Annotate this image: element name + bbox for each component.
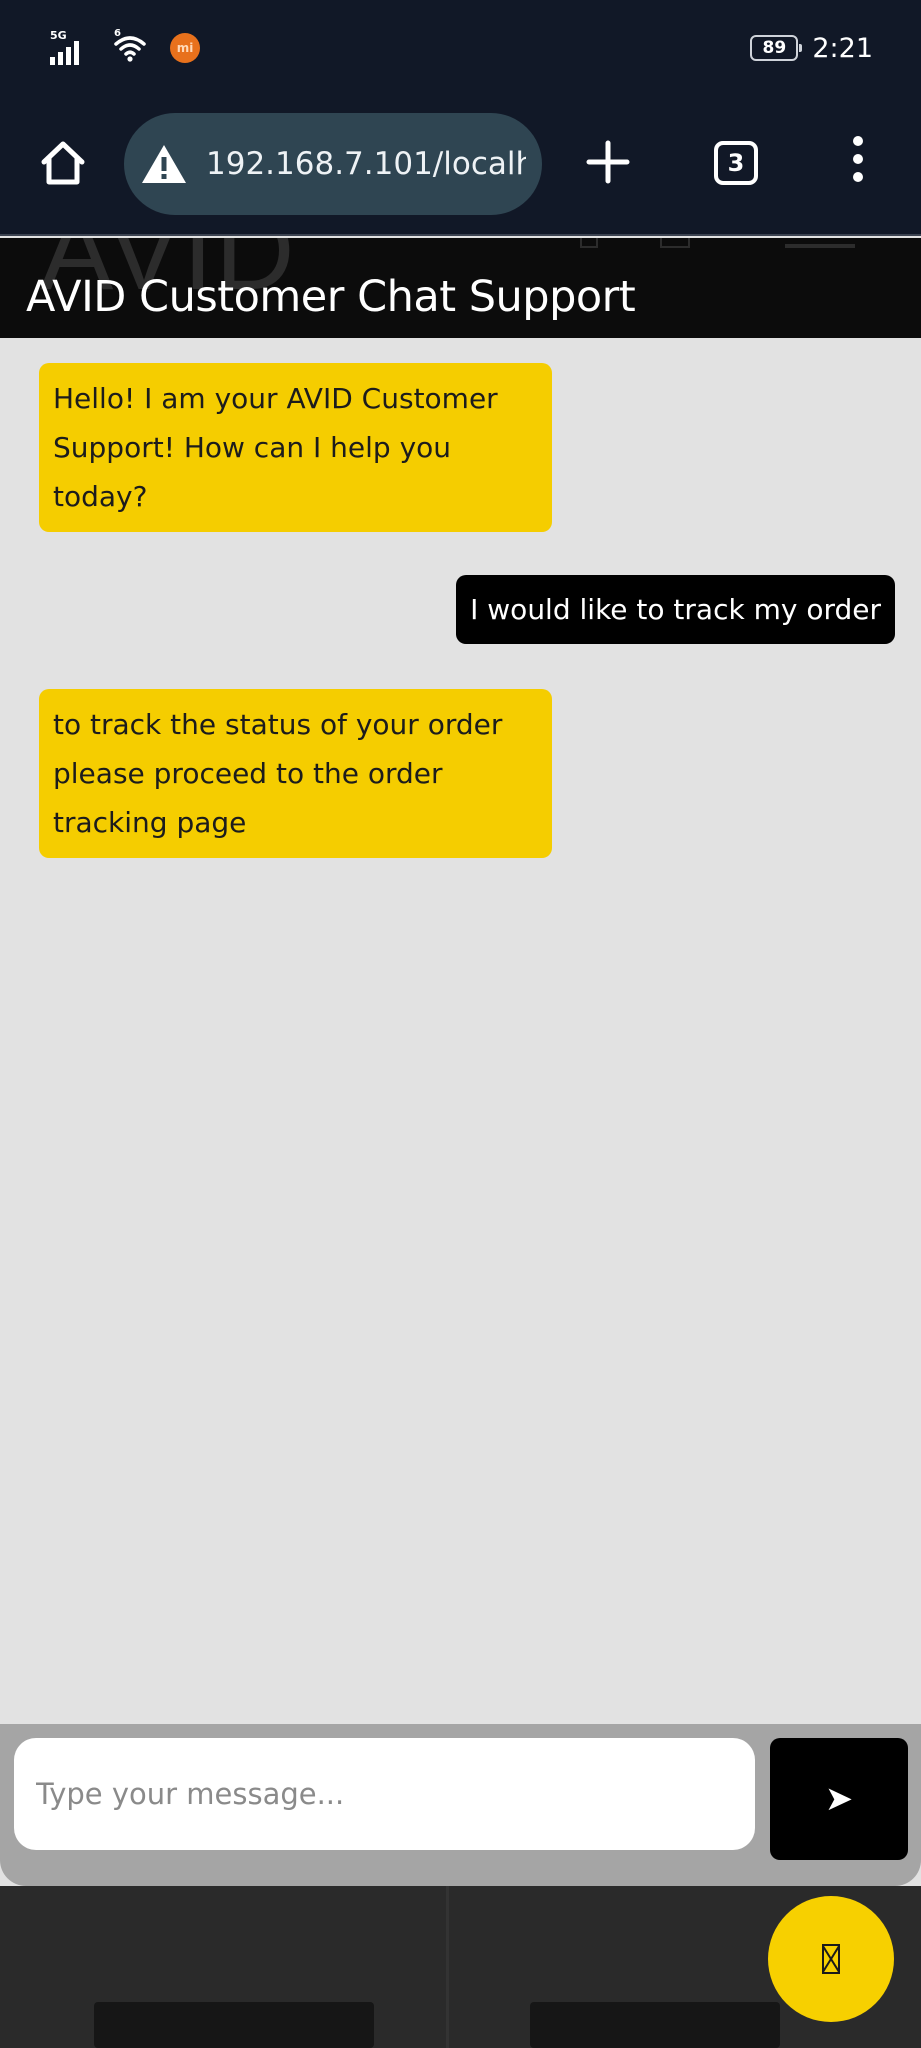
send-icon: ➤ (824, 1780, 854, 1818)
message-composer: ➤ (0, 1724, 921, 1886)
tab-switcher-icon[interactable]: 3 (714, 141, 758, 185)
background-nav-icons (580, 238, 880, 250)
clock: 2:21 (812, 32, 873, 64)
battery-icon: 89 (750, 35, 803, 61)
send-button[interactable]: ➤ (770, 1738, 908, 1860)
browser-toolbar: 192.168.7.101/localhost 3 (0, 94, 921, 236)
chat-messages[interactable]: Hello! I am your AVID Customer Support! … (0, 338, 921, 1724)
page-title: AVID Customer Chat Support (26, 272, 636, 322)
notification-app-glyph: mi (176, 41, 194, 55)
address-bar[interactable]: 192.168.7.101/localhost (124, 113, 542, 215)
divider (446, 1886, 449, 2048)
notification-app-icon: mi (170, 33, 200, 63)
product-thumbnail[interactable] (94, 2002, 374, 2048)
cellular-signal-icon: 5G (50, 29, 90, 65)
url-text[interactable]: 192.168.7.101/localhost (206, 146, 526, 182)
home-icon[interactable] (38, 138, 88, 188)
chat-toggle-button[interactable] (768, 1896, 894, 2022)
message-input[interactable] (14, 1738, 755, 1850)
plus-icon[interactable] (584, 138, 632, 186)
status-bar: 5G 6 mi 89 2:21 (0, 0, 921, 94)
bot-message: Hello! I am your AVID Customer Support! … (39, 363, 552, 532)
user-message: I would like to track my order (456, 575, 895, 644)
tab-count: 3 (727, 149, 745, 177)
more-menu-icon[interactable] (848, 136, 868, 190)
warning-icon[interactable] (140, 142, 188, 186)
battery-level: 89 (762, 38, 787, 58)
product-thumbnail[interactable] (530, 2002, 780, 2048)
bot-message: to track the status of your order please… (39, 689, 552, 858)
chat-toggle-icon (822, 1944, 840, 1974)
wifi-icon: 6 (112, 28, 148, 64)
status-right: 89 2:21 (750, 28, 873, 68)
chat-header: AVID AVID Customer Chat Support (0, 238, 921, 338)
status-left: 5G 6 mi (50, 28, 200, 68)
wifi-generation-label: 6 (114, 28, 121, 39)
